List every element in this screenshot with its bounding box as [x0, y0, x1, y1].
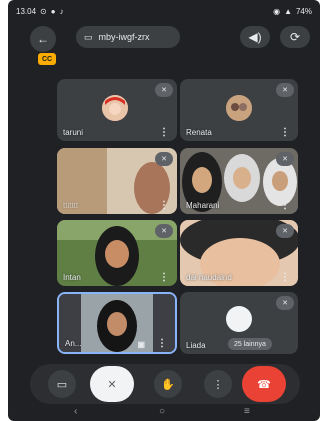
more-options-icon[interactable]: ⋮ — [159, 127, 169, 138]
screen-share-icon[interactable]: ▣ — [137, 340, 145, 349]
battery-percentage: 74% — [295, 6, 312, 16]
nav-back-icon[interactable]: ‹ — [74, 406, 77, 417]
hang-up-icon: ☎ — [257, 378, 271, 391]
chat-icon: ● — [50, 6, 56, 16]
participant-name: Liada — [186, 341, 206, 350]
participant-tile[interactable]: ✕ taruni ⋮ — [57, 79, 177, 141]
participant-name: Renata — [186, 128, 212, 137]
meeting-code: mby-iwgf-zrx — [98, 32, 150, 42]
avatar — [226, 306, 252, 332]
avatar — [226, 95, 252, 121]
more-options-button[interactable]: ⋮ — [204, 370, 232, 398]
participant-tile[interactable]: ✕ Renata ⋮ — [180, 79, 298, 141]
participant-name: Maharani — [186, 201, 220, 210]
muted-mic-icon: ✕ — [155, 152, 173, 166]
participant-name: ttitttt — [63, 201, 79, 210]
end-call-button[interactable]: ☎ — [242, 366, 286, 402]
nav-home-icon[interactable]: ○ — [159, 406, 165, 417]
muted-mic-icon: ✕ — [276, 296, 294, 310]
participant-name: Intan — [63, 273, 81, 282]
avatar-image — [226, 95, 252, 121]
muted-mic-icon: ✕ — [276, 224, 294, 238]
meeting-code-chip[interactable]: ▭ mby-iwgf-zrx — [76, 26, 180, 48]
participant-tile[interactable]: ✕ ttitttt ⋮ — [57, 148, 177, 214]
phone-screen: 13.04 ⊙ ● ♪ ◉ ▲ 74% ← ▭ mby-iwgf-zrx ◀) … — [8, 0, 320, 421]
status-time: 13.04 — [16, 6, 37, 16]
more-options-icon[interactable]: ⋮ — [157, 338, 167, 349]
more-vert-icon: ⋮ — [212, 378, 224, 391]
camera-button[interactable]: ▭ — [48, 370, 76, 398]
microphone-button[interactable]: ✕ — [90, 366, 134, 402]
raise-hand-button[interactable]: ✋ — [154, 370, 182, 398]
more-options-icon[interactable]: ⋮ — [280, 127, 290, 138]
status-right: ◉ ▲ 74% — [273, 7, 312, 16]
audio-output-button[interactable]: ◀) — [240, 26, 270, 48]
captions-badge: CC — [38, 53, 56, 65]
back-button[interactable]: ← — [30, 26, 56, 52]
meeting-icon: ▭ — [84, 31, 93, 42]
mic-off-icon: ✕ — [107, 378, 117, 391]
switch-camera-button[interactable]: ⟳ — [280, 26, 310, 48]
speaker-icon: ◀) — [248, 30, 262, 44]
arrow-left-icon: ← — [37, 32, 49, 46]
more-options-icon[interactable]: ⋮ — [280, 200, 290, 211]
more-options-icon[interactable]: ⋮ — [280, 272, 290, 283]
captions-icon: CC — [41, 55, 53, 63]
nav-recents-icon[interactable]: ≡ — [244, 406, 250, 417]
muted-mic-icon: ✕ — [155, 83, 173, 97]
participant-name: An... — [65, 339, 82, 348]
camera-icon: ▭ — [56, 378, 68, 391]
signal-icon: ▲ — [284, 6, 292, 16]
top-bar: ← ▭ mby-iwgf-zrx ◀) ⟳ — [8, 22, 320, 52]
participant-name: dai naudaind — [186, 273, 232, 282]
hand-icon: ✋ — [161, 378, 175, 391]
participant-tile[interactable]: ✕ Liada 25 lainnya — [180, 292, 298, 354]
call-controls-bar: ▭ ✕ ✋ ⋮ ☎ — [30, 364, 300, 404]
more-options-icon[interactable]: ⋮ — [159, 272, 169, 283]
participant-name: taruni — [63, 128, 84, 137]
more-participants-label: 25 lainnya — [234, 340, 266, 348]
more-options-icon[interactable]: ⋮ — [159, 200, 169, 211]
muted-mic-icon: ✕ — [276, 152, 294, 166]
system-nav-bar: ‹ ○ ≡ — [8, 405, 320, 421]
notification-icon: ⊙ — [40, 6, 47, 16]
camera-switch-icon: ⟳ — [289, 30, 301, 44]
tiktok-icon: ♪ — [59, 6, 64, 16]
participant-tile[interactable]: ✕ Intan ⋮ — [57, 220, 177, 286]
wifi-icon: ◉ — [273, 6, 281, 16]
muted-mic-icon: ✕ — [155, 224, 173, 238]
avatar-image — [102, 95, 128, 121]
status-bar: 13.04 ⊙ ● ♪ ◉ ▲ 74% — [8, 0, 320, 22]
participant-tile[interactable]: ✕ dai naudaind ⋮ — [180, 220, 298, 286]
status-left: 13.04 ⊙ ● ♪ — [16, 7, 64, 16]
more-participants-chip[interactable]: 25 lainnya — [228, 338, 272, 350]
muted-mic-icon: ✕ — [276, 83, 294, 97]
participant-tile[interactable]: ✕ Maharani ⋮ — [180, 148, 298, 214]
avatar — [102, 95, 128, 121]
self-view-tile[interactable]: An... ▣ ⋮ — [57, 292, 177, 354]
